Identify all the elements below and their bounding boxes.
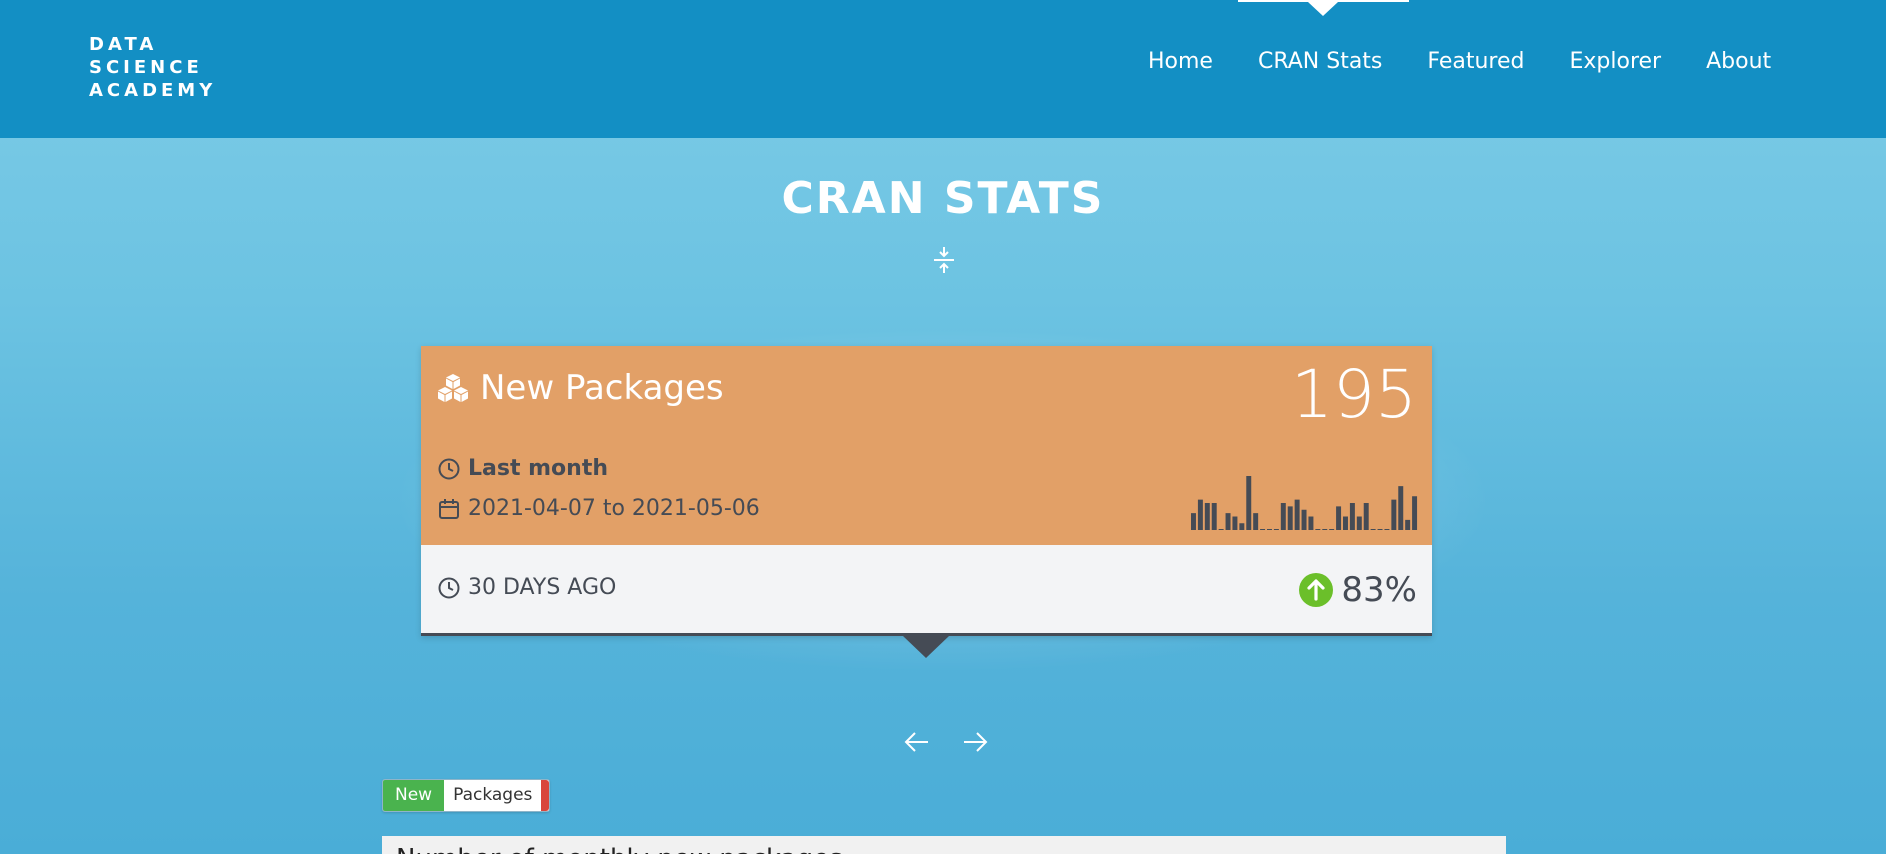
calendar-icon [439,498,459,519]
logo-line-1: DATA [89,34,158,55]
period-label: Last month [468,456,609,481]
nav-active-caret [1308,2,1338,16]
sparkline-bar [1225,513,1231,530]
sparkline-bar [1260,529,1266,530]
clock-icon [438,458,460,479]
sparkline-bar [1239,523,1245,530]
sparkline-bar [1301,509,1307,530]
sparkline-bar [1253,513,1259,530]
chart-panel-heading: Number of monthly new packages [396,844,843,854]
sparkline-chart [1191,476,1418,530]
card-pointer [903,636,949,658]
arrow-left-icon[interactable] [902,729,932,755]
sparkline-bar [1377,529,1383,530]
sparkline-bar [1267,529,1272,530]
sparkline-bar [1287,506,1293,530]
site-logo[interactable]: DATA SCIENCE ACADEMY [89,33,216,102]
date-range: 2021-04-07 to 2021-05-06 [468,496,760,521]
date-row: 2021-04-07 to 2021-05-06 [438,496,760,521]
sparkline-bar [1294,499,1300,530]
sparkline-bar [1363,503,1369,530]
nav-featured[interactable]: Featured [1427,44,1524,80]
sparkline-bar [1349,503,1355,530]
clock-icon [438,577,460,598]
card-value: 195 [1291,356,1417,433]
chart-panel: Number of monthly new packages [382,836,1506,854]
chart-tabs: New Packages [382,779,551,812]
nav-home[interactable]: Home [1148,44,1213,80]
tab-new[interactable]: New [383,780,445,811]
sparkline-bar [1398,486,1404,530]
card-title-group: New Packages [436,368,724,408]
logo-line-3: ACADEMY [89,80,217,101]
sparkline-bar [1204,503,1210,530]
arrow-up-circle-icon [1299,573,1334,607]
sparkline-bar [1370,529,1376,530]
period-row: Last month [438,456,608,481]
ago-row: 30 DAYS AGO [438,575,616,600]
sparkline-bar [1273,529,1279,530]
logo-line-2: SCIENCE [89,57,203,78]
sparkline-bar [1308,516,1314,530]
sparkline-bar [1384,529,1390,530]
tab-packages[interactable]: Packages [444,780,542,811]
cubes-icon [438,374,468,402]
sparkline-bar [1336,506,1342,530]
sparkline-bar [1211,503,1217,530]
sparkline-bar [1322,529,1328,530]
sparkline-bar [1329,529,1335,530]
card-header: New Packages 195 Last month 2021-04-07 t… [421,346,1432,545]
change-group: 83% [1299,570,1417,610]
sparkline-bar [1232,516,1238,530]
nav-explorer[interactable]: Explorer [1570,44,1662,80]
change-value: 83% [1341,570,1417,610]
stat-card: New Packages 195 Last month 2021-04-07 t… [421,346,1432,658]
tab-extra[interactable] [541,780,550,811]
nav-cran-stats[interactable]: CRAN Stats [1258,44,1382,80]
sparkline-bar [1343,516,1348,530]
sparkline-bar [1246,476,1252,530]
top-header: DATA SCIENCE ACADEMY Home CRAN Stats Fea… [0,0,1886,138]
card-footer: 30 DAYS AGO 83% [421,545,1432,636]
sparkline-bar [1197,499,1203,530]
sparkline-bar [1356,516,1362,530]
nav-about[interactable]: About [1706,44,1771,80]
sparkline-bar [1405,519,1411,530]
ago-label: 30 DAYS AGO [468,575,617,600]
page-title: CRAN STATS [781,173,1105,224]
sparkline-bar [1280,503,1286,530]
main-nav: Home CRAN Stats Featured Explorer About [1148,44,1816,80]
sparkline-bar [1391,499,1397,530]
sparkline-bar [1412,496,1418,530]
compress-icon[interactable] [932,246,956,274]
sparkline-bar [1315,529,1321,530]
sparkline-bar [1218,529,1224,530]
card-title: New Packages [480,368,724,408]
arrow-right-icon[interactable] [960,729,990,755]
sparkline-bar [1191,513,1196,530]
